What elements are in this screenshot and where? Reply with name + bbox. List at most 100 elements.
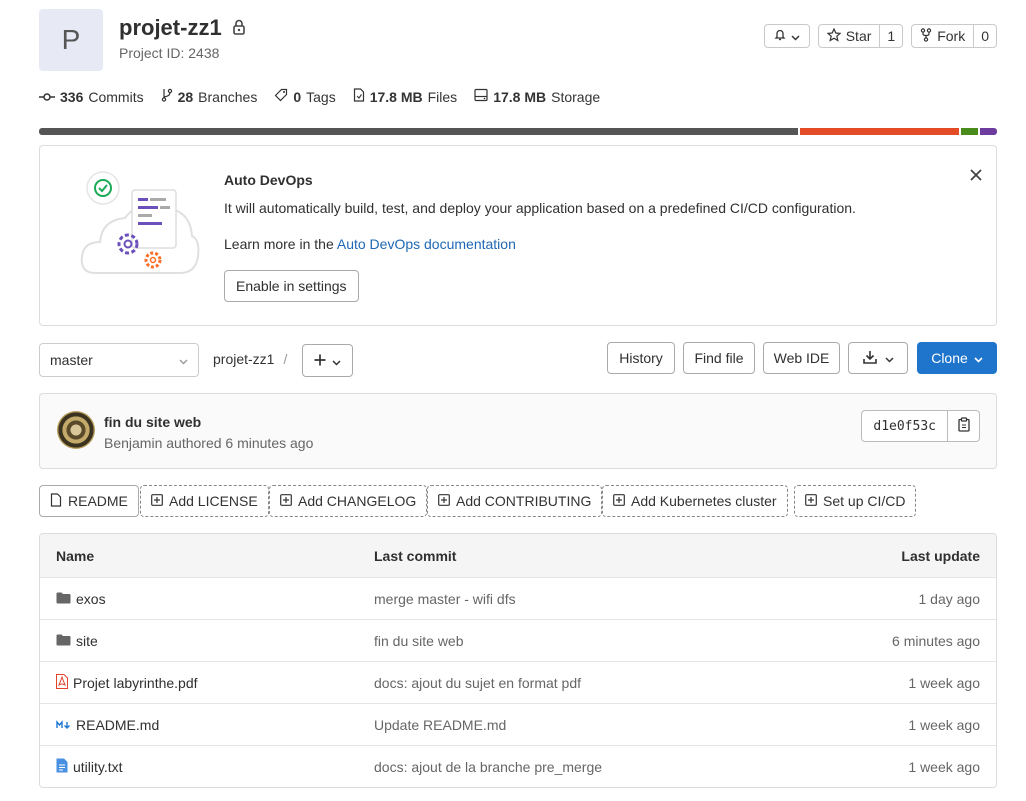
plus-square-icon xyxy=(151,493,163,509)
commit-author-meta: Benjamin authored 6 minutes ago xyxy=(104,435,314,451)
fork-count[interactable]: 0 xyxy=(973,25,996,47)
last-commit-panel: fin du site web Benjamin authored 6 minu… xyxy=(39,393,997,469)
file-last-update: 1 week ago xyxy=(908,758,980,775)
file-name-cell[interactable]: Projet labyrinthe.pdf xyxy=(56,673,198,692)
file-last-commit[interactable]: fin du site web xyxy=(374,633,464,649)
file-last-commit[interactable]: docs: ajout de la branche pre_merge xyxy=(374,759,602,775)
devops-illustration xyxy=(80,168,200,286)
plus-square-icon xyxy=(805,493,817,509)
add-contributing-button[interactable]: Add CONTRIBUTING xyxy=(427,485,603,517)
branch-selector[interactable]: master xyxy=(39,343,199,377)
lock-icon xyxy=(232,15,246,41)
language-segment[interactable] xyxy=(799,128,959,135)
project-id: Project ID: 2438 xyxy=(119,45,220,61)
file-name[interactable]: README.md xyxy=(76,717,159,733)
commit-sha-group: d1e0f53c xyxy=(861,410,980,442)
table-row[interactable]: Projet labyrinthe.pdf docs: ajout du suj… xyxy=(40,661,996,703)
download-dropdown[interactable] xyxy=(848,342,908,374)
file-name[interactable]: Projet labyrinthe.pdf xyxy=(73,675,198,691)
project-title: projet-zz1 xyxy=(119,15,246,41)
breadcrumb-separator: / xyxy=(283,351,288,367)
file-last-commit[interactable]: Update README.md xyxy=(374,717,506,733)
file-name-cell[interactable]: README.md xyxy=(56,717,159,733)
stat-value: 17.8 MB xyxy=(369,88,423,105)
copy-sha-button[interactable] xyxy=(948,410,980,442)
setup-ci-cd-button[interactable]: Set up CI/CD xyxy=(794,485,917,517)
add-to-tree-dropdown[interactable] xyxy=(302,344,353,377)
avatar[interactable] xyxy=(57,411,95,449)
file-name[interactable]: exos xyxy=(76,591,106,607)
stat-files[interactable]: 17.8 MB Files xyxy=(353,88,457,105)
file-last-update: 1 week ago xyxy=(908,716,980,733)
stat-label: Tags xyxy=(306,88,336,105)
devops-description: It will automatically build, test, and d… xyxy=(224,200,856,216)
bell-icon xyxy=(774,28,786,44)
stat-tags[interactable]: 0 Tags xyxy=(274,88,336,105)
chevron-down-icon xyxy=(332,350,341,371)
column-header-last-update: Last update xyxy=(901,547,980,564)
language-segment[interactable] xyxy=(979,128,997,135)
breadcrumb: projet-zz1 / xyxy=(213,351,287,367)
project-avatar-letter: P xyxy=(61,24,81,55)
project-name[interactable]: projet-zz1 xyxy=(119,15,222,41)
branch-icon xyxy=(161,88,173,105)
clone-dropdown[interactable]: Clone xyxy=(917,342,997,374)
repository-languages-bar[interactable] xyxy=(39,128,997,135)
readme-button[interactable]: README xyxy=(39,485,139,517)
table-row[interactable]: README.md Update README.md 1 week ago xyxy=(40,703,996,745)
stat-label: Commits xyxy=(88,88,144,105)
file-tree-table: Name Last commit Last update exos merge … xyxy=(39,533,997,788)
breadcrumb-root[interactable]: projet-zz1 xyxy=(213,351,274,367)
add-license-button[interactable]: Add LICENSE xyxy=(140,485,269,517)
language-segment[interactable] xyxy=(39,128,798,135)
file-last-update: 1 day ago xyxy=(918,590,981,607)
commit-sha[interactable]: d1e0f53c xyxy=(861,410,948,442)
file-last-commit[interactable]: merge master - wifi dfs xyxy=(374,591,516,607)
web-ide-button[interactable]: Web IDE xyxy=(763,342,840,374)
commit-icon xyxy=(39,89,55,105)
enable-in-settings-button[interactable]: Enable in settings xyxy=(224,270,359,302)
table-row[interactable]: utility.txt docs: ajout de la branche pr… xyxy=(40,745,996,787)
table-row[interactable]: site fin du site web 6 minutes ago xyxy=(40,619,996,661)
markdown-icon xyxy=(56,717,71,733)
quick-link-label: README xyxy=(68,493,128,509)
quick-link-label: Add CONTRIBUTING xyxy=(456,493,592,509)
stat-branches[interactable]: 28 Branches xyxy=(161,88,257,105)
text-file-icon xyxy=(56,758,68,776)
file-name-cell[interactable]: site xyxy=(56,633,98,649)
notification-dropdown[interactable] xyxy=(763,24,810,48)
file-icon xyxy=(353,88,365,105)
file-name[interactable]: utility.txt xyxy=(73,759,123,775)
project-avatar[interactable]: P xyxy=(39,9,103,71)
pdf-file-icon xyxy=(56,673,68,692)
plus-icon xyxy=(314,350,326,371)
plus-square-icon xyxy=(438,493,450,509)
file-name-cell[interactable]: exos xyxy=(56,591,106,607)
language-segment[interactable] xyxy=(960,128,978,135)
fork-label: Fork xyxy=(937,28,966,44)
table-row[interactable]: exos merge master - wifi dfs 1 day ago xyxy=(40,577,996,619)
file-last-commit[interactable]: docs: ajout du sujet en format pdf xyxy=(374,675,581,691)
quick-link-label: Add Kubernetes cluster xyxy=(631,493,777,509)
close-icon[interactable] xyxy=(970,165,982,186)
chevron-down-icon xyxy=(974,350,983,366)
commit-message[interactable]: fin du site web xyxy=(104,414,201,430)
stat-label: Storage xyxy=(551,88,601,105)
stat-storage[interactable]: 17.8 MB Storage xyxy=(474,88,600,105)
stat-value: 336 xyxy=(60,88,84,105)
stat-value: 28 xyxy=(177,88,194,105)
stat-commits[interactable]: 336 Commits xyxy=(39,88,144,105)
star-count[interactable]: 1 xyxy=(879,25,902,47)
file-name-cell[interactable]: utility.txt xyxy=(56,758,123,776)
plus-square-icon xyxy=(613,493,625,509)
column-header-name: Name xyxy=(56,547,95,564)
star-button[interactable]: Star 1 xyxy=(817,24,904,48)
fork-button[interactable]: Fork 0 xyxy=(911,24,997,48)
add-changelog-button[interactable]: Add CHANGELOG xyxy=(269,485,428,517)
find-file-button[interactable]: Find file xyxy=(683,342,755,374)
add-kubernetes-cluster-button[interactable]: Add Kubernetes cluster xyxy=(602,485,788,517)
devops-documentation-link[interactable]: Auto DevOps documentation xyxy=(337,236,516,252)
table-header: Name Last commit Last update xyxy=(40,534,996,577)
file-name[interactable]: site xyxy=(76,633,98,649)
history-button[interactable]: History xyxy=(607,342,675,374)
